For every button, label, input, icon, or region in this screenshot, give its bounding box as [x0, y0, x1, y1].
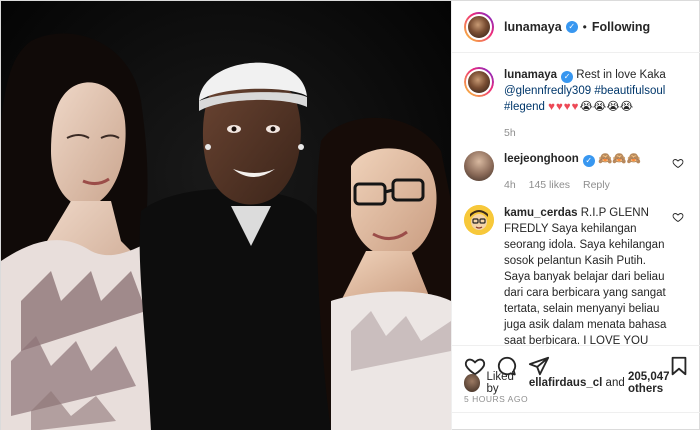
likes-summary: Liked by ellafirdaus_cl and 205,047 othe…: [464, 371, 700, 395]
cartoon-avatar-icon: [464, 205, 494, 235]
comment-likes[interactable]: 145 likes: [529, 179, 570, 191]
comments-list[interactable]: lunamaya ✓ Rest in love Kaka @glennfredly…: [452, 59, 700, 344]
comment-like-heart-icon[interactable]: [672, 211, 684, 223]
comment-text: 🙈🙈🙈: [597, 153, 641, 165]
caption-mention[interactable]: @glennfredly309: [504, 85, 591, 97]
likes-prefix: Liked by: [486, 371, 514, 395]
post-header: lunamaya ✓ • Following: [452, 1, 700, 53]
verified-badge-icon: ✓: [582, 155, 595, 167]
comment-reply-button[interactable]: Reply: [583, 179, 610, 191]
caption-emoji: 😭😭😭😭: [579, 101, 634, 113]
comment-time[interactable]: 4h: [504, 179, 516, 191]
comment-username[interactable]: leejeonghoon: [504, 153, 579, 165]
author-avatar[interactable]: [464, 11, 494, 42]
instagram-post-view: lunamaya ✓ • Following lunamaya ✓ Rest in…: [0, 0, 700, 430]
caption-text: Rest in love Kaka: [576, 69, 666, 81]
liker-username[interactable]: ellafirdaus_cl: [529, 377, 603, 389]
caption-hearts: ♥♥♥♥: [548, 101, 580, 113]
caption: lunamaya ✓ Rest in love Kaka @glennfredly…: [464, 67, 690, 141]
post-timestamp[interactable]: 5 HOURS AGO: [464, 394, 528, 404]
comment-text: R.I.P GLENN FREDLY Saya kehilangan seora…: [504, 207, 667, 344]
group-photo-illustration: [1, 1, 451, 430]
verified-badge-icon: ✓: [561, 71, 574, 83]
following-button[interactable]: Following: [592, 20, 650, 34]
post-photo[interactable]: [1, 1, 451, 430]
comment-item: leejeonghoon ✓ 🙈🙈🙈 4h 145 likes Reply: [464, 151, 690, 193]
likes-and: and: [605, 377, 625, 389]
caption-username[interactable]: lunamaya: [504, 69, 557, 81]
commenter-avatar[interactable]: [464, 205, 494, 235]
verified-badge-icon: ✓: [565, 20, 578, 33]
caption-avatar[interactable]: [464, 67, 494, 97]
comment-item: kamu_cerdas R.I.P GLENN FREDLY Saya kehi…: [464, 205, 690, 344]
liker-avatar[interactable]: [464, 374, 481, 392]
author-username[interactable]: lunamaya: [504, 20, 562, 34]
comment-username[interactable]: kamu_cerdas: [504, 207, 578, 219]
caption-time[interactable]: 5h: [504, 127, 516, 139]
separator-dot: •: [582, 19, 587, 34]
add-comment-area[interactable]: [452, 412, 700, 430]
likes-count[interactable]: 205,047 others: [628, 371, 700, 395]
commenter-avatar[interactable]: [464, 151, 494, 181]
post-side-panel: lunamaya ✓ • Following lunamaya ✓ Rest in…: [451, 1, 700, 430]
comment-like-heart-icon[interactable]: [672, 157, 684, 169]
